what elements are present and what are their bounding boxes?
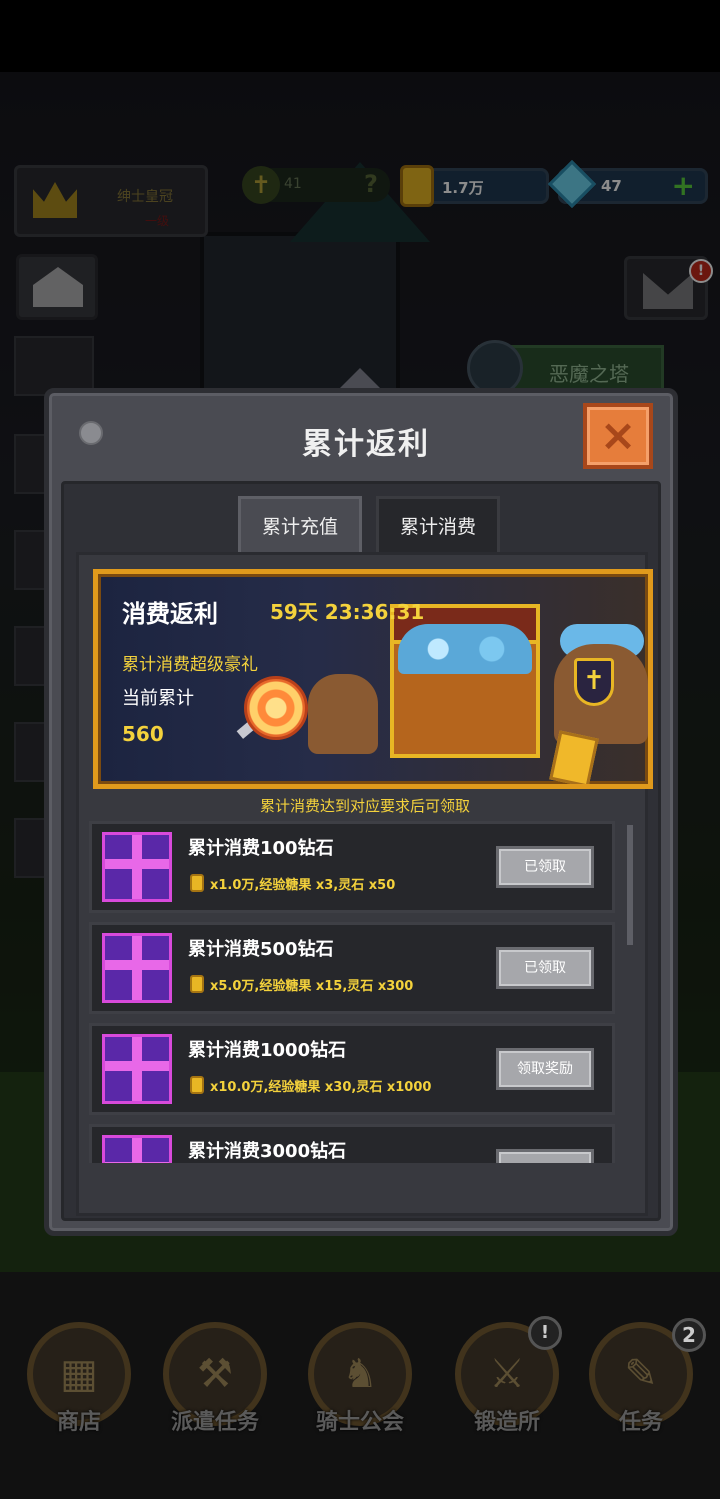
- reward-title: 累计消费100钻石: [188, 838, 334, 859]
- close-button[interactable]: ×: [583, 403, 653, 469]
- reward-title: 累计消费3000钻石: [188, 1141, 347, 1162]
- event-banner: ✝ 消费返利 59天 23:36:31 累计消费超级豪礼 当前累计 560: [93, 569, 653, 789]
- nav-label: 锻造所: [473, 1410, 540, 1435]
- countdown-timer: 59天 23:36:31: [270, 600, 425, 624]
- reward-title: 累计消费1000钻石: [188, 1040, 347, 1061]
- rebate-modal: 累计返利 × 累计充值 累计消费 ✝ 消费返利 59天 23:36:31 累计消…: [44, 388, 678, 1236]
- list-scrollbar[interactable]: [627, 825, 633, 945]
- modal-body: 累计充值 累计消费 ✝ 消费返利 59天 23:36:31 累计消费超级豪礼 当…: [61, 481, 661, 1221]
- gold-coin-icon: [190, 1076, 204, 1094]
- reward-title: 累计消费500钻石: [188, 939, 334, 960]
- reward-row: 累计消费100钻石 x1.0万,经验糖果 x3,灵石 x50 已领取: [89, 821, 615, 913]
- current-total-value: 560: [122, 722, 164, 746]
- treasure-bag-image: [308, 674, 378, 754]
- status-bar: [0, 0, 720, 72]
- claim-reward-button[interactable]: 领取奖励: [496, 1048, 594, 1090]
- gold-coin-icon: [190, 874, 204, 892]
- nav-label: 派遣任务: [170, 1410, 259, 1435]
- nav-forge[interactable]: ⚔ 锻造所 !: [452, 1316, 562, 1435]
- holy-shield-icon: ✝: [574, 658, 614, 706]
- nav-dispatch[interactable]: ⚒ 派遣任务: [160, 1322, 270, 1435]
- nav-quest[interactable]: ✎ 任务 2: [586, 1318, 706, 1435]
- nav-shop[interactable]: ▦ 商店: [24, 1322, 134, 1435]
- gold-shard-icon: [549, 730, 599, 784]
- nav-label: 任务: [618, 1410, 663, 1435]
- nav-knight-guild[interactable]: ♞ 骑士公会: [305, 1322, 415, 1435]
- gift-box-icon: [102, 933, 172, 1003]
- gift-box-icon: [102, 1034, 172, 1104]
- reward-button[interactable]: [496, 1149, 594, 1163]
- banner-description: 累计消费超级豪礼: [122, 655, 258, 675]
- candy-icon: [244, 676, 308, 740]
- reward-items: x1.0万,经验糖果 x3,灵石 x50: [210, 878, 396, 893]
- tab-cumulative-recharge[interactable]: 累计充值: [238, 496, 362, 554]
- claimed-button[interactable]: 已领取: [496, 947, 594, 989]
- reward-list[interactable]: 累计消费100钻石 x1.0万,经验糖果 x3,灵石 x50 已领取 累计消费5…: [89, 821, 621, 1163]
- forge-alert-badge: !: [528, 1316, 562, 1350]
- chest-gems-image: [398, 624, 532, 674]
- gold-coin-icon: [190, 975, 204, 993]
- banner-title: 消费返利: [122, 600, 218, 628]
- reward-row: 累计消费500钻石 x5.0万,经验糖果 x15,灵石 x300 已领取: [89, 922, 615, 1014]
- gift-box-icon: [102, 832, 172, 902]
- claimed-button[interactable]: 已领取: [496, 846, 594, 888]
- reward-row: 累计消费3000钻石: [89, 1124, 615, 1163]
- reward-items: x10.0万,经验糖果 x30,灵石 x1000: [210, 1080, 432, 1095]
- quest-count-badge: 2: [672, 1318, 706, 1352]
- tab-content: ✝ 消费返利 59天 23:36:31 累计消费超级豪礼 当前累计 560 累计…: [76, 552, 653, 1216]
- gift-box-icon: [102, 1135, 172, 1163]
- current-total-label: 当前累计: [122, 688, 194, 709]
- reward-items: x5.0万,经验糖果 x15,灵石 x300: [210, 979, 414, 994]
- close-icon: ×: [599, 410, 637, 461]
- claim-hint: 累计消费达到对应要求后可领取: [259, 797, 470, 815]
- tab-cumulative-spend[interactable]: 累计消费: [376, 496, 500, 554]
- reward-row: 累计消费1000钻石 x10.0万,经验糖果 x30,灵石 x1000 领取奖励: [89, 1023, 615, 1115]
- nav-label: 骑士公会: [315, 1410, 404, 1435]
- nav-label: 商店: [56, 1410, 101, 1435]
